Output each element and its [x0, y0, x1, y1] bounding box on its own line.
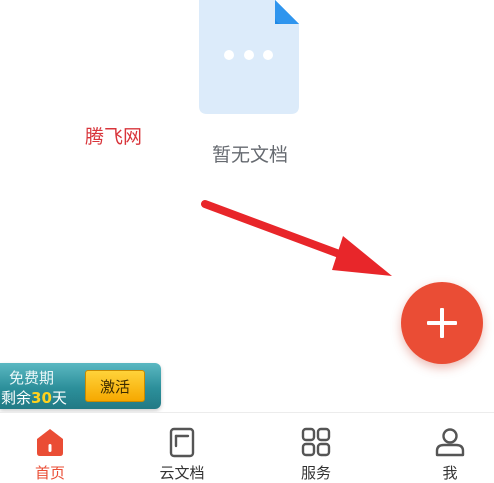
trial-prefix: 剩余	[1, 389, 32, 407]
home-icon	[37, 429, 63, 456]
user-icon	[435, 428, 465, 457]
trial-suffix: 天	[51, 389, 67, 407]
plus-icon	[427, 308, 457, 338]
add-document-button[interactable]	[401, 282, 483, 364]
nav-label-cloud-doc: 云文档	[159, 464, 205, 482]
nav-item-services[interactable]: 服务	[266, 413, 366, 483]
watermark-text: 腾飞网	[85, 126, 143, 148]
nav-item-home[interactable]: 首页	[0, 413, 100, 483]
document-more-icon	[199, 0, 299, 114]
nav-item-cloud-doc[interactable]: 云文档	[132, 413, 232, 483]
activate-button[interactable]: 激活	[85, 370, 145, 402]
trial-banner: 免费期 剩余30天 激活	[0, 363, 161, 409]
empty-state-text: 暂无文档	[211, 144, 288, 166]
trial-days-count: 30	[31, 389, 52, 407]
cloud-doc-icon	[169, 427, 195, 458]
nav-label-me: 我	[442, 464, 458, 482]
nav-item-me[interactable]: 我	[400, 413, 494, 483]
grid-icon	[301, 427, 331, 457]
trial-title: 免费期	[9, 369, 55, 387]
nav-label-home: 首页	[34, 464, 65, 482]
nav-label-services: 服务	[300, 464, 331, 482]
bottom-nav: 首页 云文档 服务 我	[0, 412, 494, 483]
trial-remaining: 剩余30天	[1, 387, 67, 408]
